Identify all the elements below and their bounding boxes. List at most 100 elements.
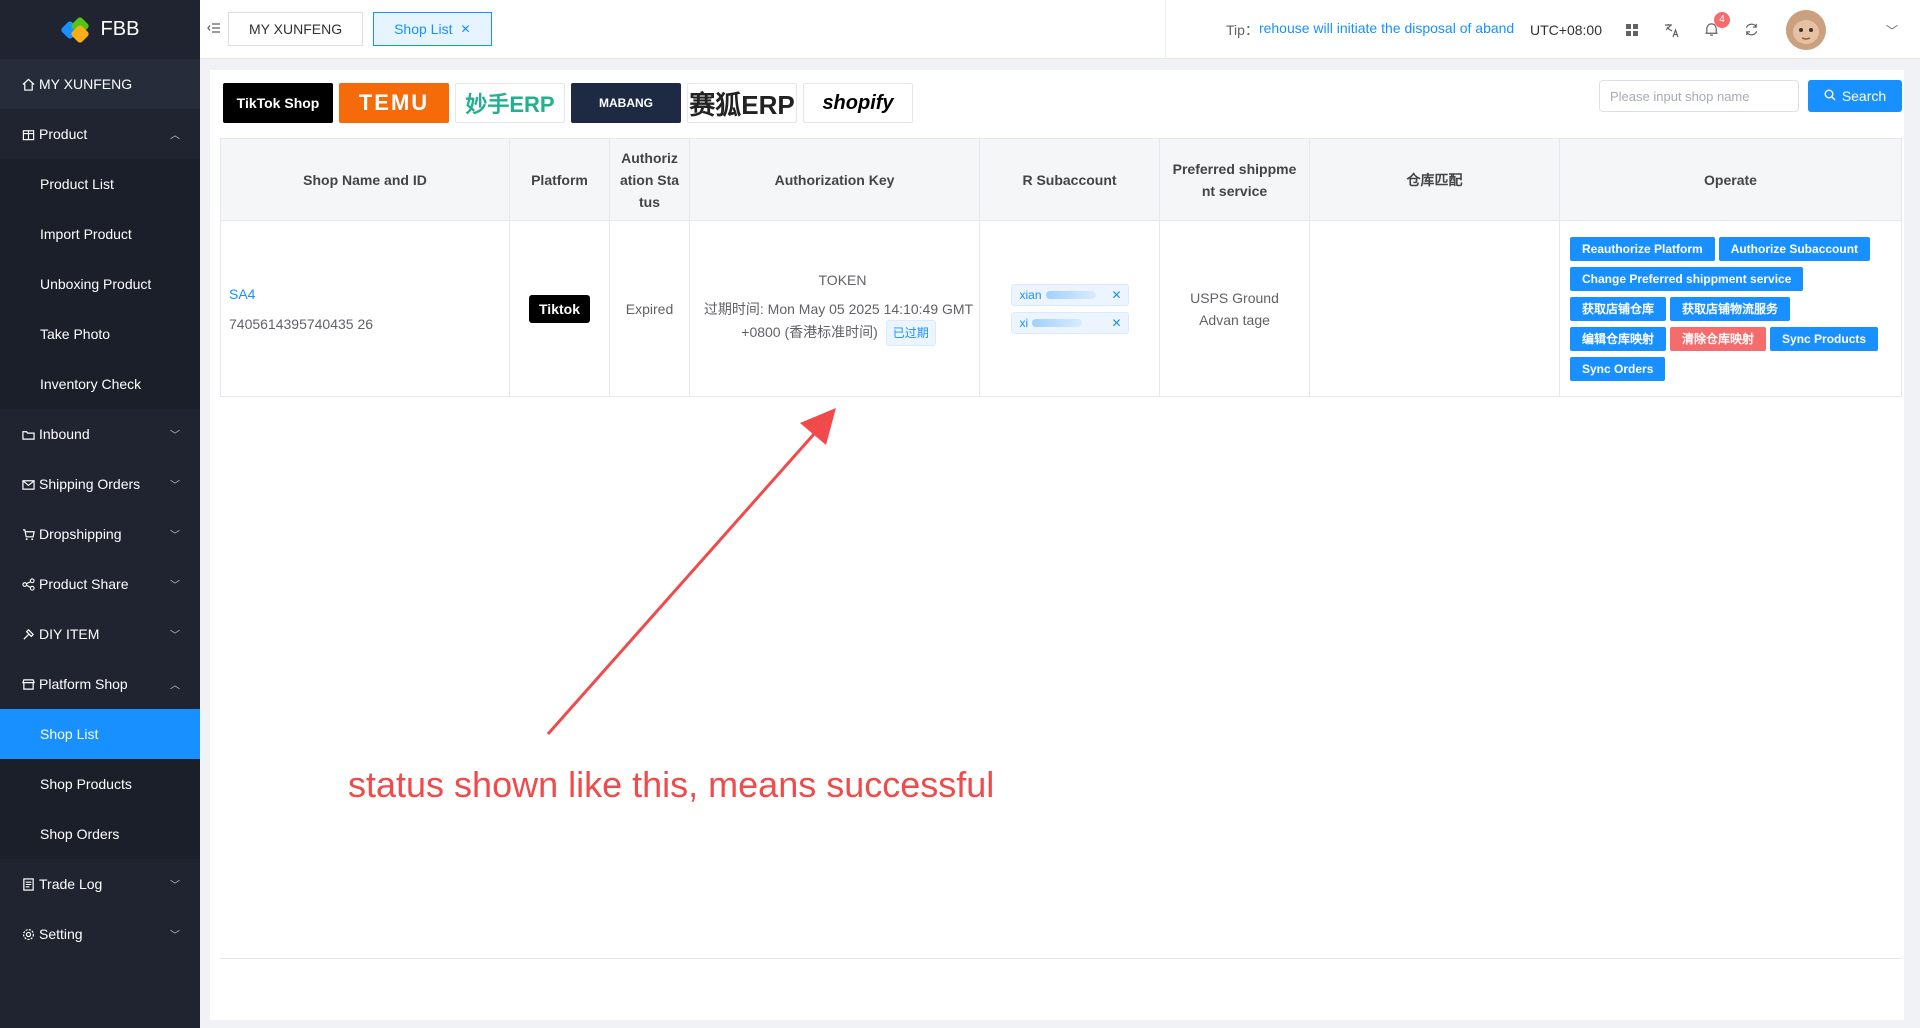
platform-tag: Tiktok: [529, 294, 590, 323]
sidebar-item-label: Shipping Orders: [39, 476, 141, 492]
expired-tag: 已过期: [885, 319, 936, 346]
sidebar-item-shop-list[interactable]: Shop List: [0, 709, 200, 759]
platform-shopify-button[interactable]: shopify: [803, 83, 913, 123]
sidebar-item-platform-shop[interactable]: Platform Shop ︿: [0, 659, 200, 709]
sidebar-item-label: Product Share: [39, 576, 129, 592]
sidebar-item-inventory-check[interactable]: Inventory Check: [0, 359, 200, 409]
col-preferred-shipment-service: Preferred shippme nt service: [1159, 138, 1310, 221]
shipping-service-cell: USPS Ground Advan tage: [1159, 220, 1310, 397]
fetch-shop-warehouse-button[interactable]: 获取店铺仓库: [1570, 296, 1667, 321]
sidebar-item-take-photo[interactable]: Take Photo: [0, 309, 200, 359]
close-icon[interactable]: ✕: [1111, 316, 1121, 330]
table-row: SA4 7405614395740435 26 Tiktok Expired T…: [220, 220, 1902, 397]
sidebar-item-setting[interactable]: Setting ﹀: [0, 909, 200, 959]
platform-label: MABANG: [599, 96, 653, 110]
platform-tiktok-shop-button[interactable]: TikTok Shop: [223, 83, 333, 123]
platform-temu-button[interactable]: TEMU: [339, 83, 449, 123]
sidebar-item-product-list[interactable]: Product List: [0, 159, 200, 209]
chevron-down-icon: ﹀: [170, 930, 180, 942]
mail-icon: [21, 477, 35, 491]
chevron-up-icon: ︿: [170, 680, 180, 692]
sidebar-item-label: MY XUNFENG: [39, 76, 133, 92]
platform-cell: Tiktok: [509, 220, 610, 397]
sync-products-button[interactable]: Sync Products: [1770, 326, 1879, 351]
home-icon: [21, 77, 35, 91]
tab-my-xunfeng[interactable]: MY XUNFENG: [228, 12, 364, 46]
sidebar-item-label: DIY ITEM: [39, 626, 100, 642]
sidebar-item-diy-item[interactable]: DIY ITEM ﹀: [0, 609, 200, 659]
platform-saihu-erp-button[interactable]: 赛狐ERP: [687, 83, 797, 123]
close-icon[interactable]: ✕: [1111, 288, 1121, 302]
chevron-down-icon: ﹀: [170, 430, 180, 442]
inbound-icon: [21, 427, 35, 441]
app-title: FBB: [100, 18, 140, 40]
subaccount-name: xi: [1019, 315, 1029, 330]
box-icon: [21, 127, 35, 141]
authorization-key-cell: TOKEN 过期时间: Mon May 05 2025 14:10:49 GMT…: [689, 220, 980, 397]
sidebar-item-inbound[interactable]: Inbound ﹀: [0, 409, 200, 459]
chevron-down-icon: ﹀: [170, 530, 180, 542]
token-label: TOKEN: [818, 271, 867, 288]
warehouse-match-cell: [1309, 220, 1560, 397]
app-logo[interactable]: FBB: [0, 0, 200, 59]
chevron-down-icon[interactable]: ﹀: [1886, 22, 1898, 39]
sidebar-item-product-share[interactable]: Product Share ﹀: [0, 559, 200, 609]
sidebar-item-shipping-orders[interactable]: Shipping Orders ﹀: [0, 459, 200, 509]
top-header: MY XUNFENG Shop List ✕ Tip： rehouse will…: [200, 0, 1920, 59]
platform-label: TEMU: [358, 90, 430, 115]
timezone-label: UTC+08:00: [1530, 21, 1602, 38]
shop-id: 7405614395740435 26: [229, 315, 374, 332]
shop-name-search-input[interactable]: [1599, 80, 1799, 112]
main-panel: TikTok Shop TEMU 妙手ERP MABANG 赛狐ERP shop…: [210, 70, 1904, 1020]
fetch-shop-logistics-button[interactable]: 获取店铺物流服务: [1670, 296, 1791, 321]
reauthorize-platform-button[interactable]: Reauthorize Platform: [1570, 236, 1715, 261]
sync-orders-button[interactable]: Sync Orders: [1570, 356, 1666, 381]
menu-collapse-icon[interactable]: [200, 21, 228, 38]
grid-icon[interactable]: [1622, 20, 1642, 40]
sidebar-item-shop-products[interactable]: Shop Products: [0, 759, 200, 809]
shop-icon: [21, 677, 35, 691]
col-platform: Platform: [509, 138, 610, 221]
sidebar-item-product[interactable]: Product ︿: [0, 109, 200, 159]
shop-name-link[interactable]: SA4: [229, 286, 509, 302]
search-button[interactable]: Search: [1808, 80, 1902, 112]
diy-icon: [21, 627, 35, 641]
status-cell: Expired: [609, 220, 690, 397]
edit-warehouse-mapping-button[interactable]: 编辑仓库映射: [1570, 326, 1667, 351]
search-label: Search: [1841, 88, 1887, 104]
subaccount-tag: xi ✕: [1010, 311, 1129, 334]
sidebar-item-label: Setting: [39, 926, 83, 942]
sidebar-item-unboxing-product[interactable]: Unboxing Product: [0, 259, 200, 309]
sidebar-item-shop-orders[interactable]: Shop Orders: [0, 809, 200, 859]
subaccount-cell: xian ✕ xi ✕: [979, 220, 1160, 397]
shop-table: Shop Name and ID Platform Authoriz ation…: [220, 138, 1902, 397]
sidebar-item-trade-log[interactable]: Trade Log ﹀: [0, 859, 200, 909]
tab-label: MY XUNFENG: [249, 21, 343, 37]
clear-warehouse-mapping-button[interactable]: 清除仓库映射: [1670, 326, 1767, 351]
platform-miaoshou-erp-button[interactable]: 妙手ERP: [455, 83, 565, 123]
subaccount-name: xian: [1019, 287, 1042, 302]
shop-name-cell: SA4 7405614395740435 26: [220, 220, 510, 397]
close-icon[interactable]: ✕: [460, 22, 470, 36]
sidebar-item-import-product[interactable]: Import Product: [0, 209, 200, 259]
bell-icon[interactable]: 4: [1702, 11, 1730, 40]
translate-icon[interactable]: [1662, 20, 1682, 40]
shipping-service: USPS Ground Advan tage: [1190, 289, 1279, 328]
tab-shop-list[interactable]: Shop List ✕: [373, 12, 492, 46]
platform-mabang-button[interactable]: MABANG: [571, 83, 681, 123]
platform-label: TikTok Shop: [236, 94, 320, 111]
authorize-subaccount-button[interactable]: Authorize Subaccount: [1718, 236, 1871, 261]
refresh-icon[interactable]: [1742, 20, 1762, 40]
sidebar-item-my-xunfeng[interactable]: MY XUNFENG: [0, 59, 200, 109]
annotation-text: status shown like this, means successful: [348, 764, 995, 805]
table-header-row: Shop Name and ID Platform Authoriz ation…: [220, 138, 1902, 221]
tip-text[interactable]: rehouse will initiate the disposal of ab…: [1259, 20, 1514, 40]
change-shipment-service-button[interactable]: Change Preferred shippment service: [1570, 266, 1804, 291]
gear-icon: [21, 927, 35, 941]
header-right: Tip： rehouse will initiate the disposal …: [1165, 0, 1920, 59]
chevron-down-icon: ﹀: [170, 580, 180, 592]
platform-bar: TikTok Shop TEMU 妙手ERP MABANG 赛狐ERP shop…: [223, 83, 913, 123]
sidebar-item-label: Trade Log: [39, 876, 103, 892]
sidebar-item-dropshipping[interactable]: Dropshipping ﹀: [0, 509, 200, 559]
avatar[interactable]: [1785, 9, 1826, 50]
